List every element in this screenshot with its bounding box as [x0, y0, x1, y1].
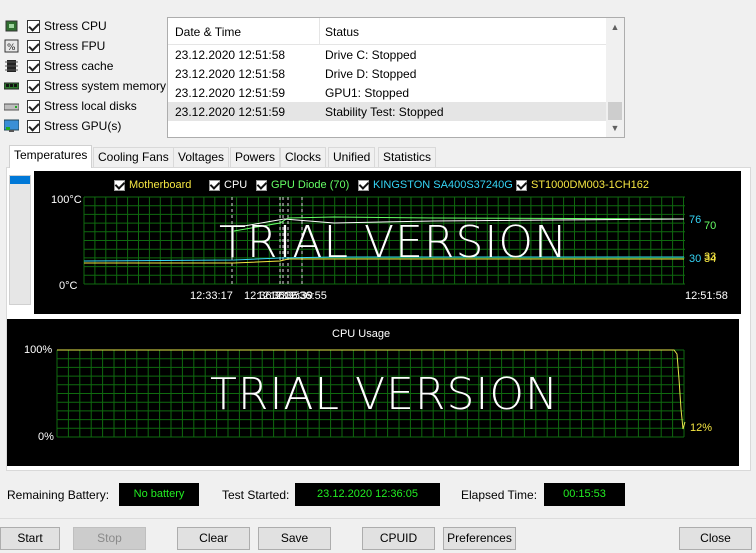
preferences-button[interactable]: Preferences — [443, 527, 516, 550]
log-row[interactable]: 23.12.2020 12:51:59 GPU1: Stopped — [168, 83, 606, 102]
current-value-seagate: 34 — [704, 253, 717, 265]
start-button[interactable]: Start — [0, 527, 60, 550]
log-status: GPU1: Stopped — [325, 86, 410, 100]
current-value-kingston: 76 — [689, 214, 702, 226]
test-started-value: 23.12.2020 12:36:05 — [295, 483, 440, 506]
status-log-table[interactable]: Date & Time Status 23.12.2020 12:51:58 D… — [167, 17, 625, 138]
tab-voltages[interactable]: Voltages — [173, 147, 230, 167]
save-button[interactable]: Save — [258, 527, 331, 550]
cpu-usage-chart: CPU Usage 100% 0% 12% TRIAL VERSION — [7, 319, 739, 466]
stress-cpu-option[interactable]: Stress CPU — [4, 17, 107, 35]
log-time: 23.12.2020 12:51:58 — [175, 67, 286, 81]
cache-icon — [4, 59, 19, 73]
log-time: 23.12.2020 12:51:59 — [175, 105, 286, 119]
current-value-cpu: 30 — [689, 253, 702, 265]
stress-cpu-label: Stress CPU — [44, 19, 107, 33]
log-row-selected[interactable]: 23.12.2020 12:51:59 Stability Test: Stop… — [168, 102, 606, 121]
y-axis-min-label: 0°C — [59, 280, 78, 292]
stress-disks-option[interactable]: Stress local disks — [3, 97, 137, 115]
stop-button[interactable]: Stop — [73, 527, 146, 550]
stress-fpu-label: Stress FPU — [44, 39, 106, 53]
close-button[interactable]: Close — [679, 527, 752, 550]
y-axis-min-label: 0% — [38, 431, 54, 443]
battery-label: Remaining Battery: — [7, 488, 110, 502]
stress-gpu-option[interactable]: Stress GPU(s) — [3, 117, 122, 135]
x-axis-end-label: 12:51:58 — [685, 290, 728, 302]
log-header: Date & Time Status — [168, 18, 606, 45]
y-axis-max-label: 100°C — [51, 194, 82, 206]
tab-powers[interactable]: Powers — [230, 147, 281, 167]
stress-disks-label: Stress local disks — [44, 99, 137, 113]
log-time: 23.12.2020 12:51:59 — [175, 86, 286, 100]
log-status: Drive D: Stopped — [325, 67, 417, 81]
stress-gpu-checkbox[interactable] — [27, 119, 40, 133]
gpu-monitor-icon — [3, 119, 20, 133]
footer-divider — [0, 518, 756, 519]
log-time: 23.12.2020 12:51:58 — [175, 48, 286, 62]
stress-memory-checkbox[interactable] — [27, 79, 40, 93]
scroll-thumb[interactable] — [608, 102, 622, 120]
disk-icon — [3, 99, 20, 113]
column-header-status[interactable]: Status — [325, 25, 359, 39]
stress-cache-checkbox[interactable] — [27, 59, 40, 73]
temperature-chart: Motherboard CPU GPU Diode (70) KINGSTON … — [34, 171, 741, 314]
cpuid-button[interactable]: CPUID — [362, 527, 435, 550]
svg-text:%: % — [7, 43, 16, 53]
memory-icon — [3, 79, 20, 93]
stress-memory-option[interactable]: Stress system memory — [3, 77, 167, 95]
x-axis-label: 12:36:55 — [284, 290, 327, 302]
sensor-list-scroll-thumb[interactable] — [10, 176, 30, 184]
stress-disks-checkbox[interactable] — [27, 99, 40, 113]
trial-watermark: TRIAL VERSION — [219, 217, 568, 268]
cpu-current-value: 12% — [690, 422, 713, 434]
battery-value: No battery — [119, 483, 199, 506]
stress-cache-option[interactable]: Stress cache — [4, 57, 113, 75]
x-axis-label: 12:33:17 — [190, 290, 233, 302]
column-header-datetime[interactable]: Date & Time — [175, 25, 241, 39]
stress-fpu-option[interactable]: % Stress FPU — [4, 37, 105, 55]
y-axis-max-label: 100% — [24, 344, 53, 356]
sensor-list-scrollbar[interactable] — [9, 175, 31, 305]
stress-gpu-label: Stress GPU(s) — [44, 119, 122, 133]
log-scrollbar[interactable]: ▲ ▼ — [606, 18, 624, 137]
log-status: Drive C: Stopped — [325, 48, 417, 62]
stress-cache-label: Stress cache — [44, 59, 114, 73]
tab-statistics[interactable]: Statistics — [378, 147, 437, 167]
elapsed-time-label: Elapsed Time: — [461, 488, 538, 502]
log-status: Stability Test: Stopped — [325, 105, 444, 119]
log-row[interactable]: 23.12.2020 12:51:58 Drive D: Stopped — [168, 64, 606, 83]
tab-cooling-fans[interactable]: Cooling Fans — [93, 147, 174, 167]
current-value-gpu: 70 — [704, 220, 717, 232]
stress-memory-label: Stress system memory — [44, 79, 167, 93]
scroll-up-icon[interactable]: ▲ — [606, 18, 624, 36]
tab-clocks[interactable]: Clocks — [280, 147, 327, 167]
tab-unified[interactable]: Unified — [328, 147, 376, 167]
fpu-icon: % — [4, 39, 19, 53]
clear-button[interactable]: Clear — [177, 527, 250, 550]
column-divider[interactable] — [319, 18, 320, 45]
log-row[interactable]: 23.12.2020 12:51:58 Drive C: Stopped — [168, 45, 606, 64]
cpu-chip-icon — [4, 19, 19, 33]
elapsed-time-value: 00:15:53 — [544, 483, 625, 506]
trial-watermark: TRIAL VERSION — [210, 369, 559, 420]
test-started-label: Test Started: — [222, 488, 290, 502]
stress-fpu-checkbox[interactable] — [27, 39, 40, 53]
stress-cpu-checkbox[interactable] — [27, 19, 40, 33]
tab-temperatures[interactable]: Temperatures — [9, 145, 93, 168]
scroll-down-icon[interactable]: ▼ — [606, 119, 624, 137]
